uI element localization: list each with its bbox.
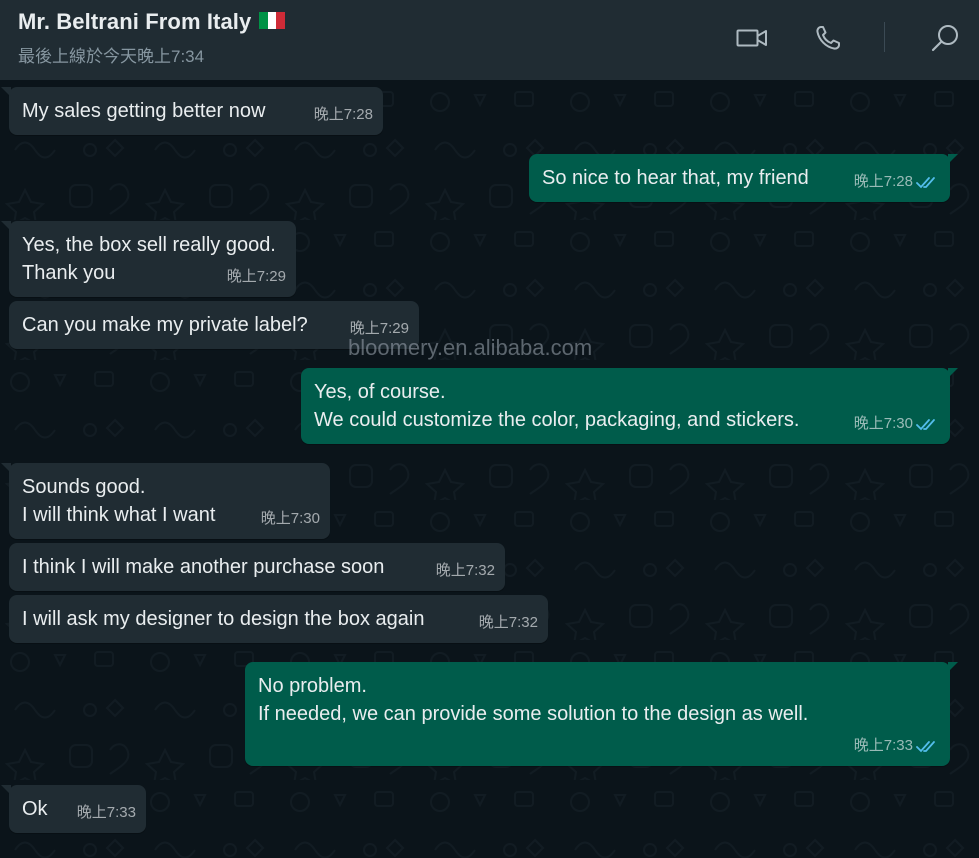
message-incoming[interactable]: My sales getting better now 晚上7:28: [1, 87, 383, 135]
message-time: 晚上7:29: [226, 268, 286, 285]
message-text: I think I will make another purchase soo…: [22, 556, 385, 578]
message-outgoing[interactable]: No problem. If needed, we can provide so…: [245, 662, 958, 766]
message-time: 晚上7:33: [853, 737, 913, 754]
message-outgoing[interactable]: Yes, of course. We could customize the c…: [301, 368, 958, 444]
message-text: No problem. If needed, we can provide so…: [258, 675, 809, 725]
chat-area[interactable]: My sales getting better now 晚上7:28 So ni…: [0, 80, 979, 858]
message-incoming[interactable]: Ok 晚上7:33: [1, 785, 146, 833]
read-receipt-icon: [916, 418, 935, 430]
message-time: 晚上7:32: [435, 562, 495, 579]
message-outgoing[interactable]: So nice to hear that, my friend 晚上7:28: [529, 154, 958, 202]
contact-name[interactable]: Mr. Beltrani From Italy: [18, 9, 286, 35]
message-incoming[interactable]: I think I will make another purchase soo…: [9, 543, 505, 591]
message-meta: 晚上7:33: [854, 732, 940, 760]
message-incoming[interactable]: I will ask my designer to design the box…: [9, 595, 548, 643]
voice-call-icon[interactable]: [810, 20, 846, 56]
search-icon[interactable]: [927, 20, 963, 56]
chat-header: Mr. Beltrani From Italy 最後上線於今天晚上7:34: [0, 0, 979, 80]
read-receipt-icon: [916, 740, 935, 752]
header-divider: [884, 22, 885, 52]
message-time: 晚上7:28: [853, 173, 913, 190]
message-time: 晚上7:33: [76, 804, 136, 821]
message-incoming[interactable]: Yes, the box sell really good. Thank you…: [1, 221, 296, 297]
last-seen-status: 最後上線於今天晚上7:34: [18, 47, 205, 66]
contact-name-text: Mr. Beltrani From Italy: [18, 9, 252, 34]
message-time: 晚上7:30: [853, 415, 913, 432]
message-text: I will ask my designer to design the box…: [22, 608, 425, 630]
read-receipt-icon: [916, 176, 935, 188]
message-time: 晚上7:28: [313, 106, 373, 123]
message-meta: 晚上7:28: [854, 168, 940, 196]
message-meta: 晚上7:30: [854, 410, 940, 438]
message-time: 晚上7:32: [478, 614, 538, 631]
italy-flag-icon: [259, 11, 286, 29]
watermark-text: bloomery.en.alibaba.com: [348, 335, 593, 360]
message-time: 晚上7:30: [260, 510, 320, 527]
message-incoming[interactable]: Sounds good. I will think what I want 晚上…: [1, 463, 330, 539]
video-call-icon[interactable]: [734, 20, 770, 56]
message-text: Yes, of course. We could customize the c…: [314, 381, 800, 431]
